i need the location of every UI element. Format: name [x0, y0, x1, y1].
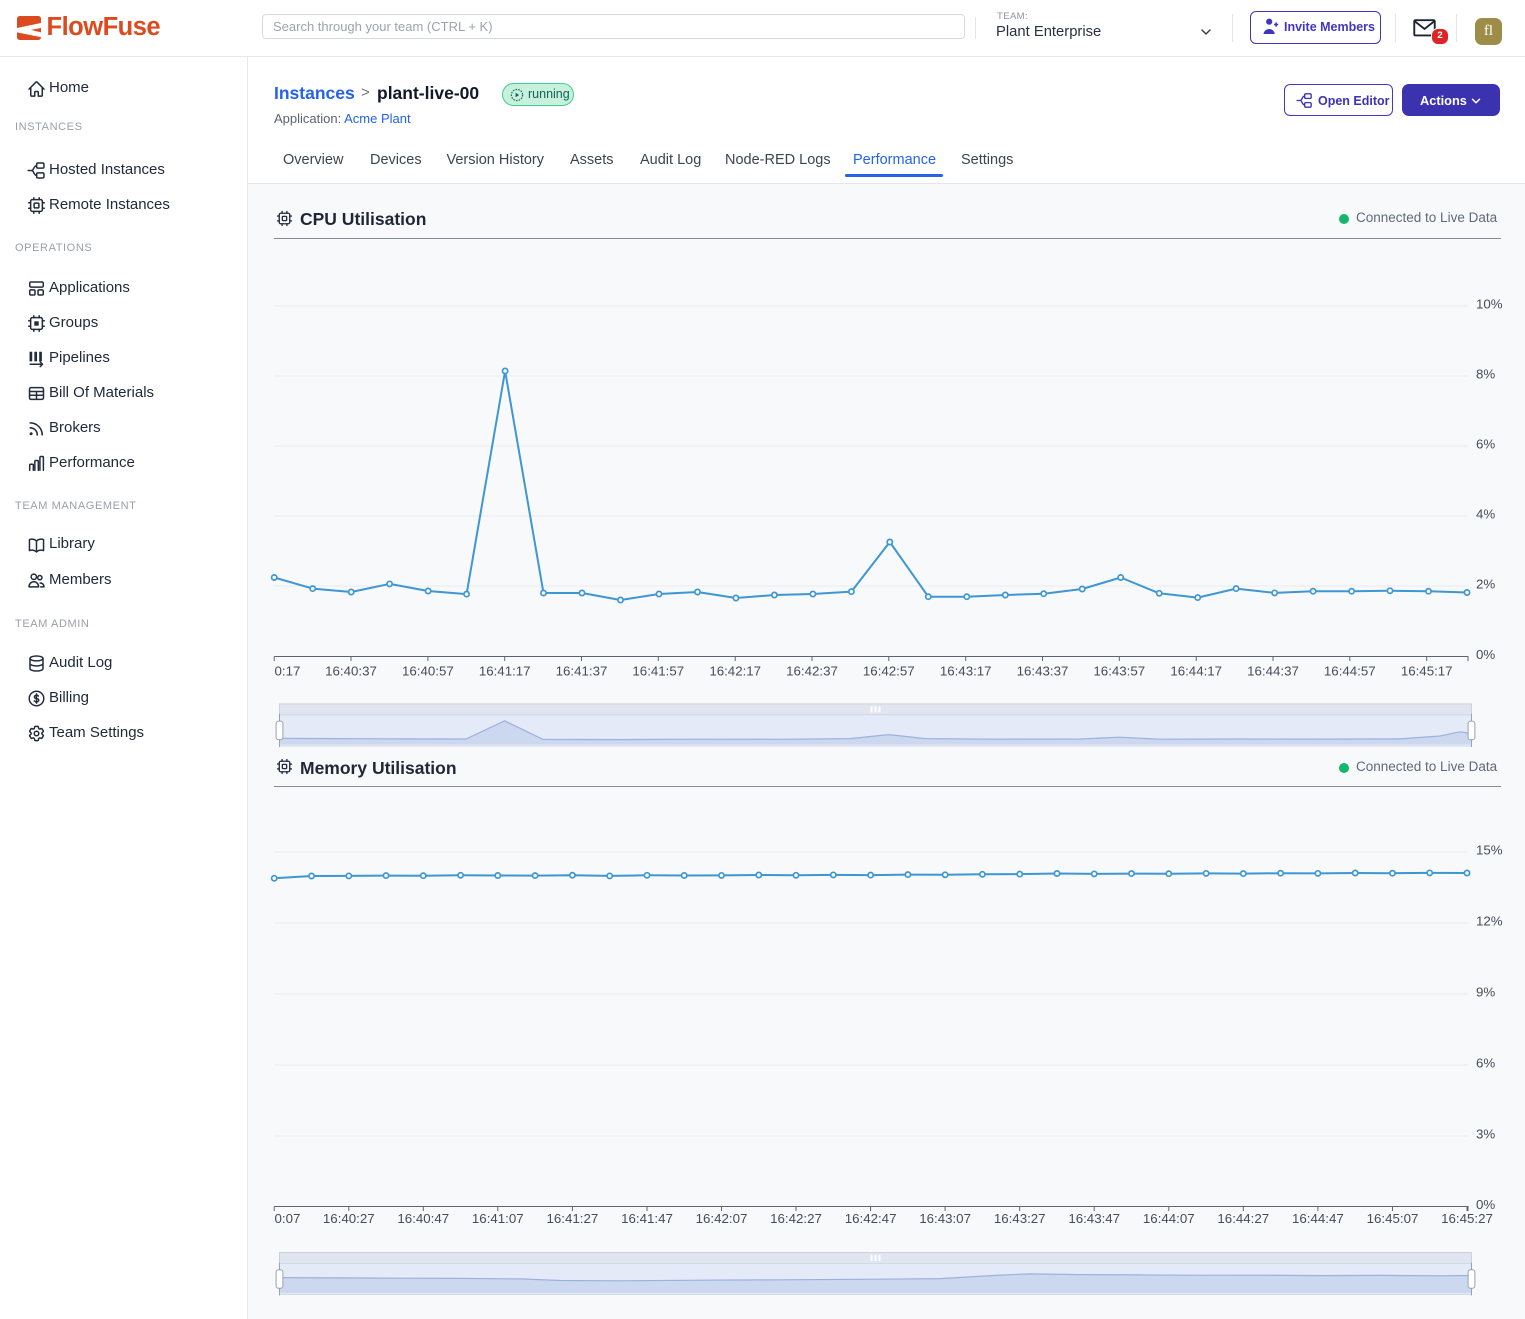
svg-text:16:40:57: 16:40:57: [402, 664, 454, 679]
svg-text:0:07: 0:07: [275, 1211, 301, 1226]
svg-text:16:43:37: 16:43:37: [1017, 664, 1069, 679]
svg-text:16:44:47: 16:44:47: [1292, 1211, 1344, 1226]
svg-text:16:42:17: 16:42:17: [709, 664, 761, 679]
svg-text:16:42:37: 16:42:37: [786, 664, 838, 679]
svg-text:10%: 10%: [1476, 297, 1503, 312]
svg-text:16:41:27: 16:41:27: [547, 1211, 599, 1226]
svg-text:15%: 15%: [1476, 843, 1503, 858]
svg-text:0%: 0%: [1476, 647, 1495, 662]
svg-text:16:40:27: 16:40:27: [323, 1211, 375, 1226]
svg-text:16:42:47: 16:42:47: [845, 1211, 897, 1226]
svg-text:16:43:47: 16:43:47: [1068, 1211, 1120, 1226]
svg-text:4%: 4%: [1476, 507, 1495, 522]
svg-text:16:44:17: 16:44:17: [1170, 664, 1222, 679]
svg-text:3%: 3%: [1476, 1127, 1495, 1142]
svg-text:16:44:27: 16:44:27: [1217, 1211, 1269, 1226]
svg-text:16:42:07: 16:42:07: [696, 1211, 748, 1226]
svg-text:16:42:57: 16:42:57: [863, 664, 915, 679]
svg-text:16:44:37: 16:44:37: [1247, 664, 1299, 679]
svg-text:16:40:47: 16:40:47: [397, 1211, 449, 1226]
svg-text:9%: 9%: [1476, 985, 1495, 1000]
svg-text:16:45:17: 16:45:17: [1401, 664, 1453, 679]
svg-text:6%: 6%: [1476, 1056, 1495, 1071]
svg-text:16:44:57: 16:44:57: [1324, 664, 1376, 679]
svg-text:16:44:07: 16:44:07: [1143, 1211, 1195, 1226]
svg-text:16:45:27: 16:45:27: [1441, 1211, 1493, 1226]
svg-text:16:43:27: 16:43:27: [994, 1211, 1046, 1226]
svg-text:16:45:07: 16:45:07: [1367, 1211, 1419, 1226]
svg-text:0%: 0%: [1476, 1197, 1495, 1212]
svg-text:16:41:07: 16:41:07: [472, 1211, 524, 1226]
svg-text:16:43:17: 16:43:17: [940, 664, 992, 679]
svg-text:6%: 6%: [1476, 437, 1495, 452]
svg-text:8%: 8%: [1476, 367, 1495, 382]
svg-text:16:42:27: 16:42:27: [770, 1211, 822, 1226]
svg-text:16:41:47: 16:41:47: [621, 1211, 673, 1226]
svg-text:16:41:37: 16:41:37: [556, 664, 608, 679]
svg-text:12%: 12%: [1476, 914, 1503, 929]
svg-text:16:40:37: 16:40:37: [325, 664, 377, 679]
svg-text:0:17: 0:17: [275, 664, 301, 679]
svg-text:16:43:07: 16:43:07: [919, 1211, 971, 1226]
svg-text:16:43:57: 16:43:57: [1093, 664, 1145, 679]
svg-text:2%: 2%: [1476, 577, 1495, 592]
svg-text:16:41:17: 16:41:17: [479, 664, 531, 679]
svg-text:16:41:57: 16:41:57: [632, 664, 684, 679]
